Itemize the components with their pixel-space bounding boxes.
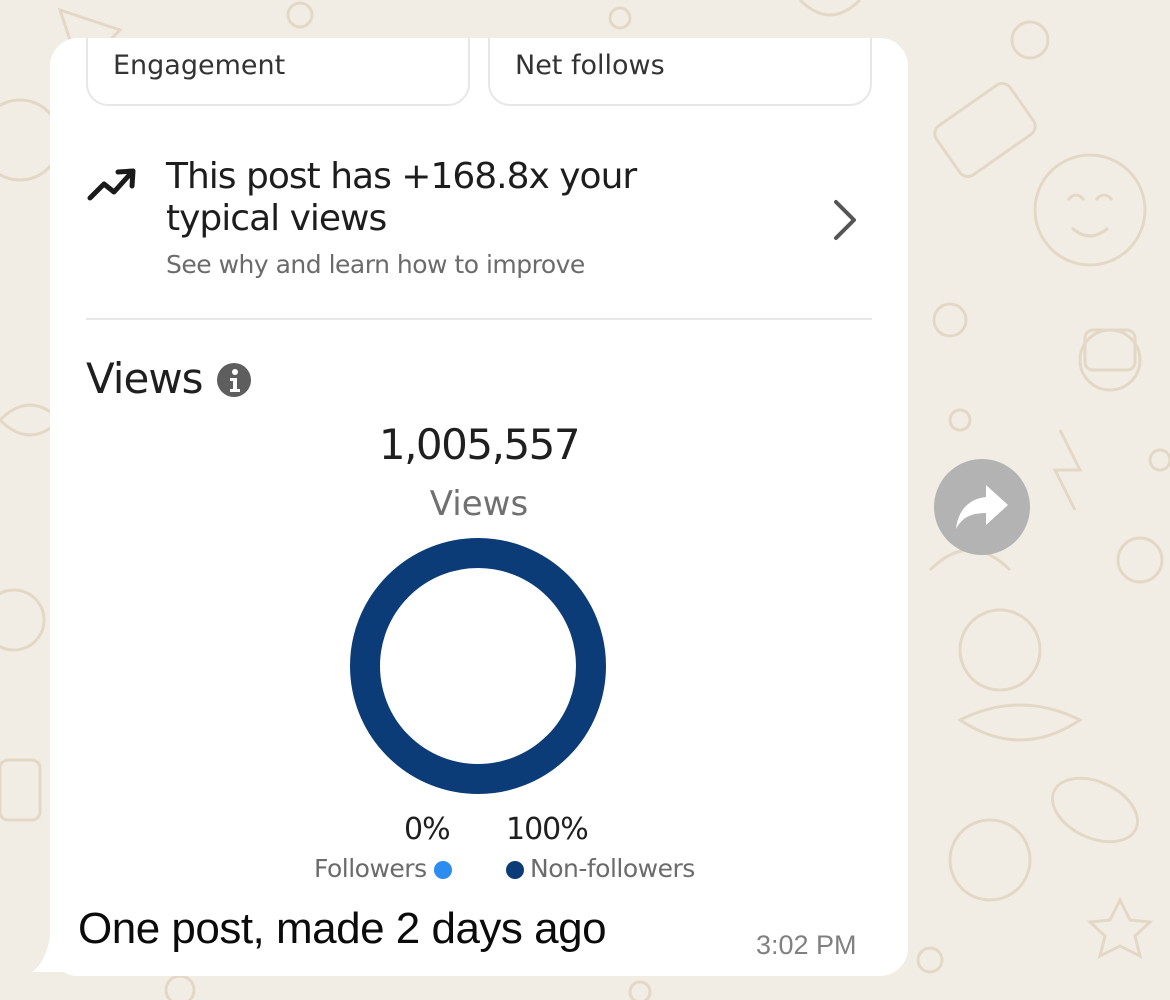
message-caption: One post, made 2 days ago [78, 904, 607, 953]
divider [86, 318, 872, 320]
views-donut-chart [350, 538, 606, 794]
net-follows-tab-label: Net follows [515, 50, 665, 81]
shared-screenshot[interactable]: Engagement Net follows This post has +16… [50, 38, 908, 896]
info-icon[interactable] [216, 362, 252, 398]
followers-percent: 0% [404, 812, 451, 847]
forward-button[interactable] [934, 459, 1030, 555]
engagement-tab[interactable]: Engagement [86, 38, 470, 106]
donut-segment-non-followers [350, 538, 606, 794]
share-arrow-icon [956, 485, 1008, 529]
insight-subtitle[interactable]: See why and learn how to improve [166, 250, 585, 279]
views-heading: Views [86, 354, 204, 403]
total-views-label: Views [429, 484, 529, 524]
legend-dot-followers [434, 861, 452, 879]
insight-title[interactable]: This post has +168.8x your typical views [166, 156, 746, 240]
legend-label-non-followers: Non-followers [530, 854, 695, 883]
message-bubble[interactable]: Engagement Net follows This post has +16… [50, 38, 908, 976]
net-follows-tab[interactable]: Net follows [488, 38, 872, 106]
non-followers-percent: 100% [506, 812, 589, 847]
message-time: 3:02 PM [756, 930, 857, 960]
total-views-value: 1,005,557 [378, 420, 581, 469]
legend-dot-non-followers [506, 861, 524, 879]
trending-up-icon [87, 168, 136, 201]
legend-label-followers: Followers [314, 854, 427, 883]
engagement-tab-label: Engagement [113, 50, 286, 81]
chevron-right-icon[interactable] [830, 198, 860, 242]
